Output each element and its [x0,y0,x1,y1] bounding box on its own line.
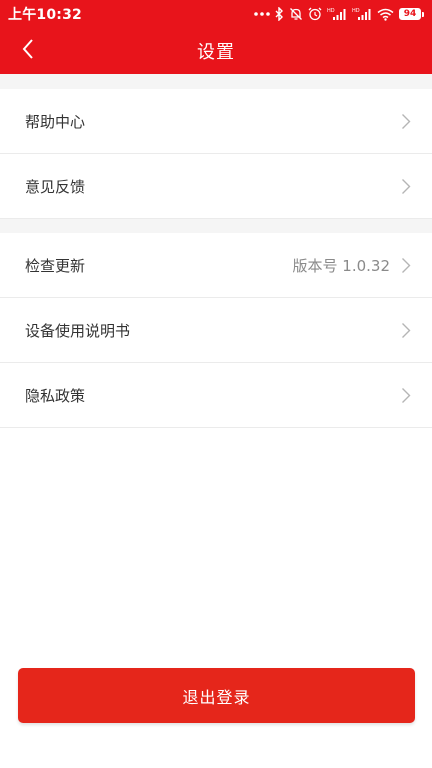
svg-text:HD: HD [327,8,335,14]
settings-item-label: 设备使用说明书 [25,321,131,340]
chevron-right-icon [400,177,412,195]
status-time: 上午10:32 [8,7,82,23]
settings-group-support: 帮助中心 意见反馈 [0,89,432,219]
chevron-left-icon [21,38,35,64]
chevron-right-icon [400,321,412,339]
mute-bell-icon [289,7,303,21]
back-button[interactable] [10,33,46,69]
signal-hd-icon: HD [327,7,347,21]
nav-bar: 设置 [0,28,432,74]
alarm-icon [308,7,322,21]
chevron-right-icon [400,112,412,130]
status-bar: 上午10:32 HD HD 94 [0,0,432,28]
section-gap [0,219,432,233]
settings-screen: 上午10:32 HD HD 94 设置 帮助中心 意见反馈 检查更新 版本号 1… [0,0,432,768]
status-icons: HD HD 94 [254,7,424,21]
settings-item-label: 检查更新 [25,256,86,275]
chevron-right-icon [400,256,412,274]
settings-item-help-center[interactable]: 帮助中心 [0,89,432,154]
chevron-right-icon [400,386,412,404]
settings-item-label: 隐私政策 [25,386,86,405]
version-number: 版本号 1.0.32 [292,256,390,275]
settings-item-label: 帮助中心 [25,112,86,131]
settings-item-device-manual[interactable]: 设备使用说明书 [0,298,432,363]
settings-group-about: 检查更新 版本号 1.0.32 设备使用说明书 隐私政策 [0,233,432,428]
page-title: 设置 [197,42,235,63]
settings-item-feedback[interactable]: 意见反馈 [0,154,432,219]
section-gap [0,74,432,89]
battery-icon: 94 [399,8,424,20]
bluetooth-icon [275,7,284,21]
more-dots-icon [254,11,270,17]
battery-level: 94 [399,8,421,20]
settings-item-privacy-policy[interactable]: 隐私政策 [0,363,432,428]
svg-text:HD: HD [352,8,360,14]
signal-hd-icon: HD [352,7,372,21]
settings-item-label: 意见反馈 [25,177,86,196]
settings-item-check-update[interactable]: 检查更新 版本号 1.0.32 [0,233,432,298]
logout-button[interactable]: 退出登录 [18,668,415,723]
wifi-icon [377,8,394,21]
